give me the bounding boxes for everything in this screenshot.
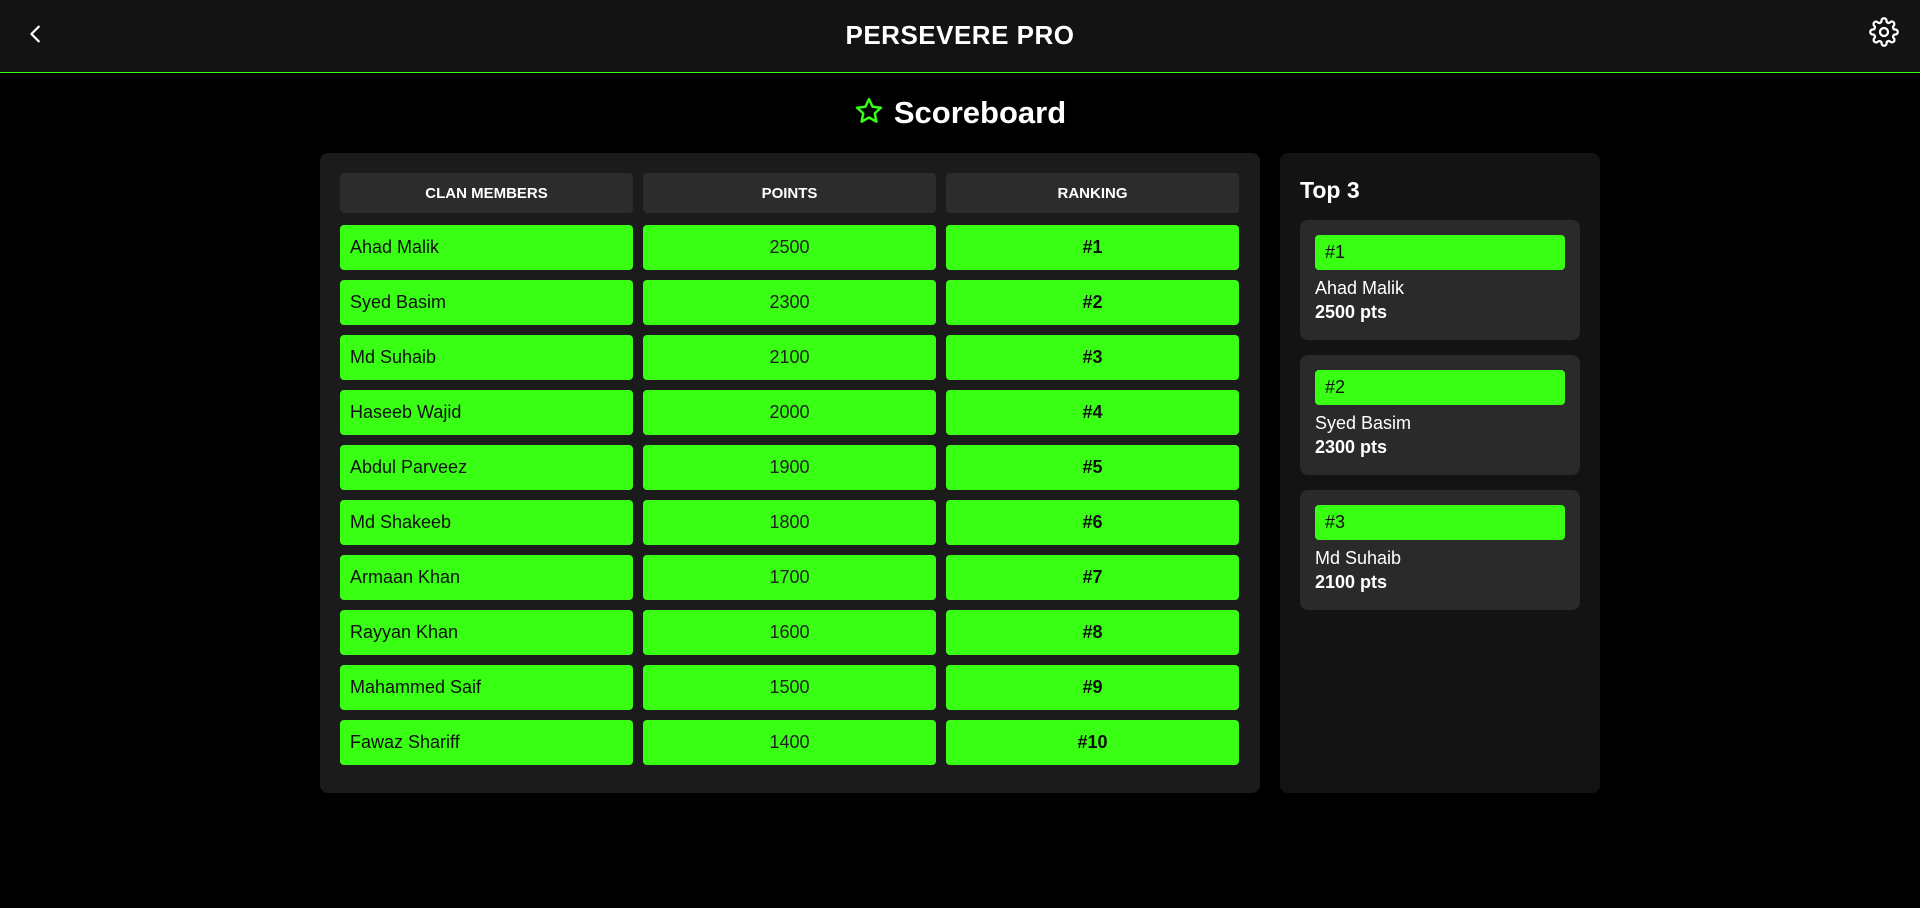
points-cell: 2500 — [643, 225, 936, 270]
points-cell: 1900 — [643, 445, 936, 490]
member-name-cell: Rayyan Khan — [340, 610, 633, 655]
member-name-cell: Md Shakeeb — [340, 500, 633, 545]
top3-member-points: 2100 pts — [1315, 572, 1388, 592]
page-title: Scoreboard — [893, 95, 1067, 130]
top3-member-name: Syed Basim — [1315, 413, 1412, 433]
star-icon — [854, 96, 884, 131]
member-name-cell: Fawaz Shariff — [340, 720, 633, 765]
top3-member-points: 2300 pts — [1315, 437, 1388, 457]
rank-cell: #5 — [946, 445, 1239, 490]
column-header-points: POINTS — [643, 173, 936, 213]
top3-list: #1 Ahad Malik 2500 pts #2 Syed Basim 2300 pts… — [1300, 220, 1580, 610]
settings-button[interactable] — [1868, 16, 1900, 52]
scoreboard-grid: CLAN MEMBERS POINTS RANKING Ahad Malik 25… — [340, 173, 1240, 775]
top3-rank-badge: #2 — [1315, 370, 1565, 405]
top3-card: #1 Ahad Malik 2500 pts — [1300, 220, 1580, 340]
points-cell: 1600 — [643, 610, 936, 655]
gear-icon — [1869, 16, 1899, 52]
rank-cell: #7 — [946, 555, 1239, 600]
column-header-ranking: RANKING — [946, 173, 1239, 213]
rank-cell: #3 — [946, 335, 1239, 380]
points-cell: 1700 — [643, 555, 936, 600]
top3-panel: Top 3 #1 Ahad Malik 2500 pts #2 Syed Basim 23… — [1280, 153, 1600, 793]
points-cell: 2100 — [643, 335, 936, 380]
top3-card: #2 Syed Basim 2300 pts — [1300, 355, 1580, 475]
top3-title: Top 3 — [1300, 177, 1360, 203]
top3-rank-badge: #1 — [1315, 235, 1565, 270]
top3-card: #3 Md Suhaib 2100 pts — [1300, 490, 1580, 610]
column-header-members: CLAN MEMBERS — [340, 173, 633, 213]
scoreboard-table: CLAN MEMBERS POINTS RANKING Ahad Malik 25… — [320, 153, 1260, 793]
points-cell: 2300 — [643, 280, 936, 325]
member-name-cell: Abdul Parveez — [340, 445, 633, 490]
points-cell: 2000 — [643, 390, 936, 435]
points-cell: 1500 — [643, 665, 936, 710]
top3-member-points: 2500 pts — [1315, 302, 1388, 322]
app-title: PERSEVERE PRO — [845, 20, 1075, 50]
rank-cell: #10 — [946, 720, 1239, 765]
member-name-cell: Haseeb Wajid — [340, 390, 633, 435]
top3-rank-badge: #3 — [1315, 505, 1565, 540]
member-name-cell: Armaan Khan — [340, 555, 633, 600]
member-name-cell: Syed Basim — [340, 280, 633, 325]
rank-cell: #2 — [946, 280, 1239, 325]
member-name-cell: Mahammed Saif — [340, 665, 633, 710]
member-name-cell: Ahad Malik — [340, 225, 633, 270]
rank-cell: #4 — [946, 390, 1239, 435]
top-bar: PERSEVERE PRO — [0, 0, 1920, 73]
top3-member-name: Md Suhaib — [1315, 548, 1402, 568]
points-cell: 1400 — [643, 720, 936, 765]
rank-cell: #6 — [946, 500, 1239, 545]
page-heading: Scoreboard — [0, 95, 1920, 131]
member-name-cell: Md Suhaib — [340, 335, 633, 380]
rank-cell: #1 — [946, 225, 1239, 270]
top3-member-name: Ahad Malik — [1315, 278, 1405, 298]
rank-cell: #9 — [946, 665, 1239, 710]
rank-cell: #8 — [946, 610, 1239, 655]
points-cell: 1800 — [643, 500, 936, 545]
